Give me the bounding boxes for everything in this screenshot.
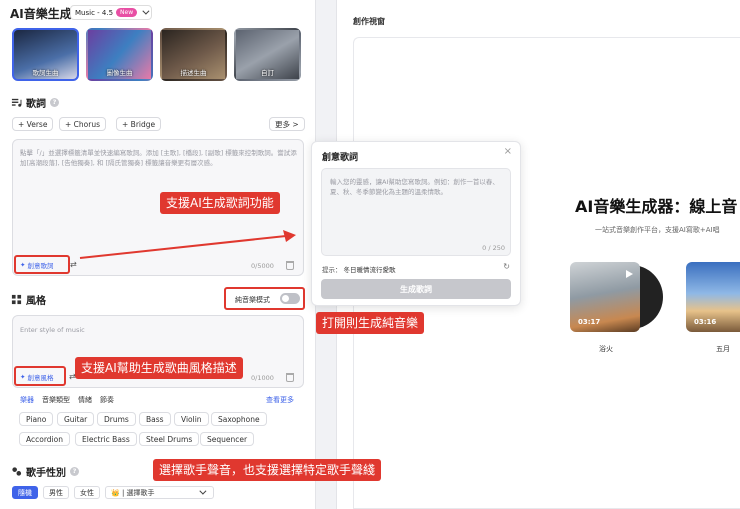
style-count: 0/1000 xyxy=(251,374,274,382)
app-root: AI音樂生成 Music - 4.5 New 歌詞生曲 圖像生曲 描述生曲 自訂… xyxy=(0,0,740,509)
see-more-link[interactable]: 查看更多 xyxy=(266,395,294,405)
style-section-header: 風格 xyxy=(11,292,46,307)
instrument-tag[interactable]: Electric Bass xyxy=(75,432,137,446)
help-icon[interactable]: ? xyxy=(50,98,59,107)
instrument-tag[interactable]: Steel Drums xyxy=(139,432,200,446)
generate-lyrics-button[interactable]: 生成歌詞 xyxy=(321,279,511,299)
instrumental-label: 純音樂模式 xyxy=(235,296,270,304)
tab-rhythm[interactable]: 節奏 xyxy=(100,395,114,405)
app-title: AI音樂生成 xyxy=(10,7,72,21)
chevron-down-icon xyxy=(199,487,207,495)
singer-select-label: 👑 | 選擇歌手 xyxy=(111,488,155,497)
instrument-tag[interactable]: Piano xyxy=(19,412,54,426)
instrument-tag[interactable]: Drums xyxy=(97,412,136,426)
hero-title: AI音樂生成器：線上音 xyxy=(575,197,738,216)
singer-male-button[interactable]: 男性 xyxy=(43,486,69,499)
help-icon[interactable]: ? xyxy=(70,467,79,476)
creative-style-label: 創意風格 xyxy=(27,374,54,382)
hint-label: 提示： xyxy=(322,266,342,274)
lyrics-section-header: 歌詞 ? xyxy=(11,95,59,110)
popup-hint: 提示： 冬日暖情流行愛歌 xyxy=(322,264,396,274)
annotation-style: 支援AI幫助生成歌曲風格描述 xyxy=(75,357,243,379)
mode-card-image[interactable]: 圖像生曲 xyxy=(86,28,153,81)
hint-text[interactable]: 冬日暖情流行愛歌 xyxy=(344,264,396,274)
singer-section-header: 歌手性別 ? xyxy=(11,464,79,479)
annotation-lyrics: 支援AI生成歌詞功能 xyxy=(160,192,280,214)
singer-select[interactable]: 👑 | 選擇歌手 xyxy=(105,486,214,499)
refresh-icon[interactable]: ↻ xyxy=(503,262,510,271)
creative-lyrics-label: 創意歌詞 xyxy=(27,262,54,270)
instrument-tag[interactable]: Violin xyxy=(174,412,209,426)
mode-card-lyrics[interactable]: 歌詞生曲 xyxy=(12,28,79,81)
style-tabs: 樂器 音樂類型 情緒 節奏 xyxy=(20,395,114,405)
lyrics-title: 歌詞 xyxy=(26,99,46,110)
singer-random-button[interactable]: 隨機 xyxy=(12,486,38,499)
creative-lyrics-popup: 創意歌詞 × 輸入您的靈感，讓AI幫助您寫歌詞。例如：創作一首以春、夏、秋、冬季… xyxy=(311,141,521,306)
grid-icon xyxy=(11,294,22,305)
model-version-label: Music - 4.5 xyxy=(75,8,114,17)
more-tags-button[interactable]: 更多 > xyxy=(269,117,305,131)
creative-style-button[interactable]: ✦ 創意風格 xyxy=(20,372,53,382)
creative-lyrics-button[interactable]: ✦ 創意歌詞 xyxy=(20,260,53,270)
tab-genre[interactable]: 音樂類型 xyxy=(42,395,70,405)
tab-mood[interactable]: 情緒 xyxy=(78,395,92,405)
chorus-chip[interactable]: + Chorus xyxy=(59,117,106,131)
instrument-tag[interactable]: Sequencer xyxy=(200,432,255,446)
song-duration: 03:17 xyxy=(578,318,601,326)
chevron-down-icon xyxy=(142,7,150,15)
mode-card-label: 描述生曲 xyxy=(180,69,207,77)
trash-icon[interactable] xyxy=(286,373,294,382)
hero-subtitle: 一站式音樂創作平台，支援AI寫歌+AI唱 xyxy=(595,226,720,234)
song-card-1[interactable]: 03:17 xyxy=(570,262,640,332)
inspiration-placeholder: 輸入您的靈感，讓AI幫助您寫歌詞。例如：創作一首以春、夏、秋、冬季節變化為主題的… xyxy=(330,178,499,196)
verse-chip[interactable]: + Verse xyxy=(12,117,54,131)
instrument-tag[interactable]: Accordion xyxy=(19,432,70,446)
mode-card-custom[interactable]: 自訂 xyxy=(234,28,301,81)
singer-title: 歌手性別 xyxy=(26,468,66,479)
annotation-arrow xyxy=(79,230,296,259)
mode-cards: 歌詞生曲 圖像生曲 描述生曲 自訂 xyxy=(12,28,301,81)
sparkle-icon: ✦ xyxy=(20,261,26,269)
lyrics-count: 0/5000 xyxy=(251,262,274,270)
creation-window-title: 創作視窗 xyxy=(353,17,385,26)
bridge-chip[interactable]: + Bridge xyxy=(116,117,162,131)
inspiration-count: 0 / 250 xyxy=(482,244,505,252)
instrumental-toggle[interactable] xyxy=(280,293,300,304)
tab-instruments[interactable]: 樂器 xyxy=(20,395,34,405)
sparkle-icon: ✦ xyxy=(20,373,26,381)
mode-card-label: 自訂 xyxy=(261,69,274,77)
song-card-2[interactable]: 03:16 xyxy=(686,262,740,332)
annotation-instrumental: 打開則生成純音樂 xyxy=(316,312,425,334)
trash-icon[interactable] xyxy=(286,261,294,270)
generator-panel: AI音樂生成 Music - 4.5 New 歌詞生曲 圖像生曲 描述生曲 自訂… xyxy=(0,0,316,509)
instrument-tag[interactable]: Bass xyxy=(139,412,171,426)
inspiration-input[interactable]: 輸入您的靈感，讓AI幫助您寫歌詞。例如：創作一首以春、夏、秋、冬季節變化為主題的… xyxy=(321,168,511,256)
song-name: 五月 xyxy=(716,345,730,353)
lyrics-icon xyxy=(11,98,22,107)
instrument-tag[interactable]: Guitar xyxy=(57,412,95,426)
popup-title: 創意歌詞 xyxy=(322,153,359,163)
annotation-singer: 選擇歌手聲音，也支援選擇特定歌手聲綫 xyxy=(153,459,382,481)
lyrics-placeholder: 點擊「/」並選擇標籤清單並快速編寫歌詞。添加 [主歌], [橋段], [副歌] … xyxy=(20,149,297,167)
mode-card-description[interactable]: 描述生曲 xyxy=(160,28,227,81)
singer-icon xyxy=(12,467,22,476)
singer-female-button[interactable]: 女性 xyxy=(74,486,100,499)
play-icon[interactable] xyxy=(626,270,633,278)
shuffle-icon[interactable]: ⇄ xyxy=(70,260,77,269)
song-name: 浴火 xyxy=(599,345,613,353)
song-duration: 03:16 xyxy=(694,318,717,326)
mode-card-label: 歌詞生曲 xyxy=(32,69,59,77)
model-version-select[interactable]: Music - 4.5 New xyxy=(70,5,152,20)
style-placeholder: Enter style of music xyxy=(20,326,85,334)
new-badge: New xyxy=(116,8,138,17)
instrument-tag[interactable]: Saxophone xyxy=(211,412,267,426)
mode-card-label: 圖像生曲 xyxy=(106,69,133,77)
close-icon[interactable]: × xyxy=(504,146,512,157)
style-title: 風格 xyxy=(26,296,46,307)
